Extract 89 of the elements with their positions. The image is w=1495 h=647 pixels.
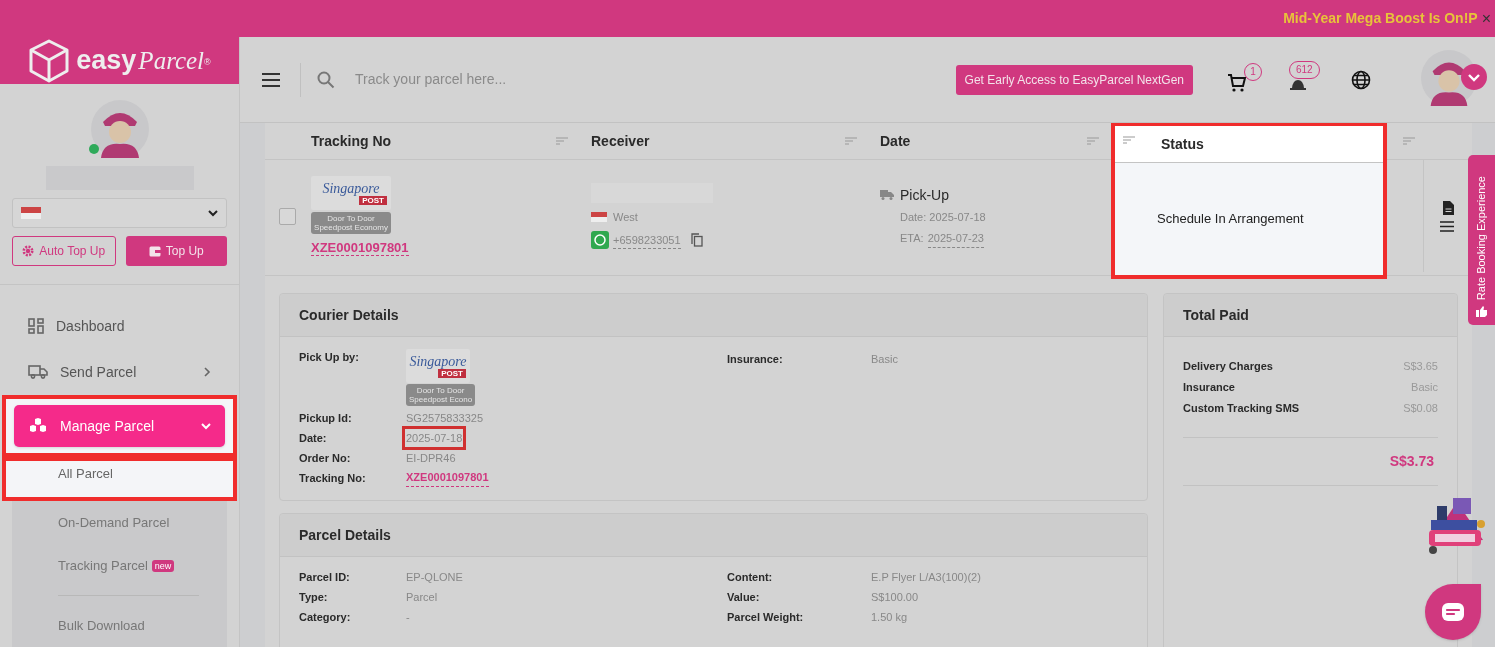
charge-label: Delivery Charges bbox=[1183, 359, 1273, 375]
auto-top-up-button[interactable]: Auto Top Up bbox=[12, 236, 116, 266]
cart-icon[interactable] bbox=[1227, 72, 1247, 93]
field-value: S$100.00 bbox=[871, 589, 919, 605]
field-label: Pickup Id: bbox=[299, 410, 353, 426]
region-text: West bbox=[613, 209, 638, 225]
charge-value: Basic bbox=[1411, 380, 1438, 396]
rate-experience-tab[interactable]: Rate Booking Experience bbox=[1468, 155, 1495, 325]
nav-item[interactable]: Dashboard bbox=[12, 311, 227, 341]
total-amount: S$3.73 bbox=[1389, 452, 1434, 471]
boxes-icon bbox=[28, 418, 48, 434]
submenu-item[interactable]: Bulk Download bbox=[58, 615, 145, 636]
truck-icon bbox=[28, 365, 48, 379]
nav-item[interactable]: Send Parcel bbox=[12, 357, 227, 387]
column-header: Tracking No bbox=[311, 131, 392, 151]
gear-icon bbox=[22, 245, 35, 257]
tracking-link[interactable]: XZE0001097801 bbox=[311, 240, 409, 256]
box-logo-icon[interactable] bbox=[28, 37, 71, 84]
nav-item[interactable]: Manage Parcel bbox=[14, 405, 225, 447]
top-up-button[interactable]: Top Up bbox=[125, 236, 227, 266]
chevron-down-icon[interactable] bbox=[1461, 63, 1487, 90]
charge-value: S$0.08 bbox=[1403, 401, 1438, 417]
eta-date: 2025-07-23 bbox=[927, 230, 984, 248]
submenu-item[interactable]: Tracking Parcel new bbox=[58, 555, 175, 576]
charge-label: Insurance bbox=[1183, 380, 1235, 396]
charge-value: S$3.65 bbox=[1403, 359, 1438, 375]
field-label: Insurance: bbox=[727, 351, 784, 367]
card-title: Courier Details bbox=[299, 305, 399, 325]
thumbs-up-icon bbox=[1476, 306, 1487, 317]
dashboard-icon bbox=[28, 318, 44, 334]
avatar[interactable] bbox=[90, 100, 149, 158]
menu-icon[interactable] bbox=[1440, 220, 1454, 232]
menu-icon[interactable] bbox=[262, 72, 280, 87]
field-value: EP-QLONE bbox=[406, 569, 463, 585]
field-value: Parcel bbox=[406, 589, 438, 605]
search-field[interactable]: Track your parcel here... bbox=[355, 69, 655, 90]
whatsapp-icon[interactable] bbox=[591, 231, 609, 250]
card-title: Parcel Details bbox=[299, 525, 391, 545]
globe-icon[interactable] bbox=[1351, 69, 1371, 90]
early-access-button[interactable]: Get Early Access to EasyParcel NextGen bbox=[955, 64, 1193, 95]
field-label: Parcel ID: bbox=[299, 569, 351, 585]
promo-text[interactable]: Mid-Year Mega Boost Is On!P bbox=[1283, 8, 1478, 29]
submenu-item[interactable]: On-Demand Parcel bbox=[58, 512, 170, 533]
field-label: Order No: bbox=[299, 450, 352, 466]
field-value: 1.50 kg bbox=[871, 609, 908, 625]
country-select[interactable] bbox=[12, 198, 227, 228]
flag-icon bbox=[21, 207, 41, 219]
row-checkbox[interactable] bbox=[279, 207, 296, 225]
field-label: Content: bbox=[727, 569, 774, 585]
pickup-date: Date: 2025-07-18 bbox=[900, 209, 987, 225]
field-label: Date: bbox=[299, 430, 328, 446]
date-type: Pick-Up bbox=[900, 185, 949, 205]
service-badge: Door To Door Speedpost Econo bbox=[406, 384, 476, 406]
field-value: 2025-07-18 bbox=[402, 425, 467, 451]
courier-logo: Singapore POST bbox=[406, 349, 470, 383]
field-label: Parcel Weight: bbox=[727, 609, 805, 625]
field-value: EI-DPR46 bbox=[406, 450, 456, 466]
submenu-item[interactable]: All Parcel bbox=[58, 464, 113, 484]
tracking-link[interactable]: XZE0001097801 bbox=[406, 469, 489, 487]
eta-label: ETA: bbox=[900, 231, 924, 246]
field-label: Pick Up by: bbox=[299, 350, 360, 365]
service-badge: Door To Door Speedpost Economy bbox=[311, 212, 391, 234]
logo-text[interactable]: easyParcel$^{®}$ bbox=[76, 40, 211, 81]
field-label: Type: bbox=[299, 589, 329, 605]
card-title: Total Paid bbox=[1183, 305, 1249, 325]
field-value: Basic bbox=[871, 351, 898, 367]
copy-icon[interactable] bbox=[690, 233, 703, 248]
courier-logo: Singapore POST bbox=[311, 176, 391, 210]
document-icon[interactable] bbox=[1443, 200, 1454, 215]
field-value: E.P Flyer L/A3(100)(2) bbox=[871, 569, 981, 585]
new-badge: new bbox=[151, 559, 175, 572]
column-header: Date bbox=[880, 131, 911, 151]
truck-icon bbox=[880, 190, 894, 200]
field-label: Tracking No: bbox=[299, 470, 367, 486]
field-value: - bbox=[406, 609, 410, 625]
search-icon[interactable] bbox=[317, 70, 335, 89]
wallet-icon bbox=[148, 245, 161, 257]
phone-link[interactable]: +6598233051 bbox=[613, 231, 681, 249]
field-value: SG2575833325 bbox=[406, 410, 484, 426]
close-button[interactable]: × bbox=[1481, 10, 1491, 27]
status-text: Schedule In Arrangement bbox=[1157, 210, 1304, 229]
field-label: Category: bbox=[299, 609, 352, 625]
column-header: Status bbox=[1161, 134, 1204, 154]
field-label: Value: bbox=[727, 589, 761, 605]
flag-icon bbox=[591, 212, 607, 222]
charge-label: Custom Tracking SMS bbox=[1183, 401, 1300, 417]
chevron-down-icon bbox=[208, 209, 218, 217]
chat-icon bbox=[1441, 602, 1465, 622]
column-header: Receiver bbox=[591, 131, 650, 151]
